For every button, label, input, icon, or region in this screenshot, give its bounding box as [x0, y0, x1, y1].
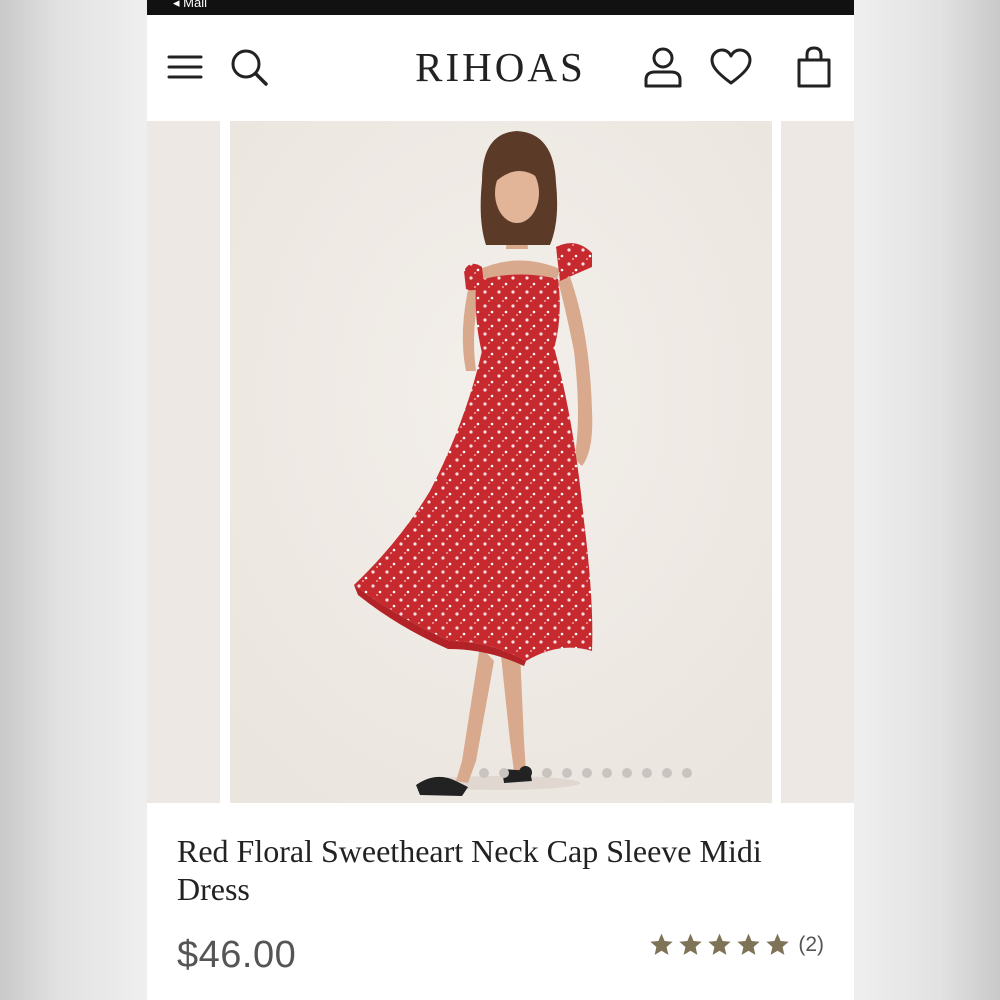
- product-rating[interactable]: (2): [649, 932, 824, 957]
- site-header: RIHOAS: [147, 15, 854, 120]
- shopping-bag-icon[interactable]: [790, 43, 838, 91]
- review-count-link[interactable]: (2): [798, 933, 824, 957]
- carousel-dot[interactable]: [622, 767, 632, 778]
- carousel-dot[interactable]: [662, 767, 672, 778]
- phone-screen: ◂ Mail RIHOAS Red Floral Sweetheart Neck…: [147, 0, 854, 1000]
- menu-icon[interactable]: [161, 43, 209, 91]
- status-bar: ◂ Mail: [147, 0, 854, 15]
- product-price: $46.00: [177, 934, 297, 976]
- previous-image-peek[interactable]: [147, 121, 220, 803]
- model-in-dress-illustration: [230, 121, 772, 803]
- carousel-dot[interactable]: [542, 767, 552, 778]
- star-icon: [679, 933, 702, 955]
- carousel-dot[interactable]: [562, 767, 572, 778]
- star-icon: [737, 933, 760, 955]
- star-icon: [650, 933, 673, 955]
- wishlist-heart-icon[interactable]: [707, 43, 755, 91]
- product-photo[interactable]: [230, 121, 772, 803]
- carousel-dot[interactable]: [582, 767, 592, 778]
- product-image-carousel[interactable]: [147, 121, 854, 803]
- brand-logo[interactable]: RIHOAS: [347, 43, 654, 91]
- carousel-dot[interactable]: [602, 767, 612, 778]
- carousel-dot-active[interactable]: [519, 766, 532, 779]
- carousel-pagination: [479, 766, 692, 779]
- carousel-dot[interactable]: [682, 767, 692, 778]
- next-image-peek[interactable]: [781, 121, 854, 803]
- star-icon: [708, 933, 731, 955]
- search-icon[interactable]: [225, 43, 273, 91]
- carousel-dot[interactable]: [642, 767, 652, 778]
- star-icon: [766, 933, 789, 955]
- product-title: Red Floral Sweetheart Neck Cap Sleeve Mi…: [177, 833, 762, 907]
- carousel-dot[interactable]: [499, 767, 509, 778]
- account-icon[interactable]: [639, 43, 687, 91]
- back-to-mail-link[interactable]: ◂ Mail: [173, 0, 207, 9]
- carousel-dot[interactable]: [479, 767, 489, 778]
